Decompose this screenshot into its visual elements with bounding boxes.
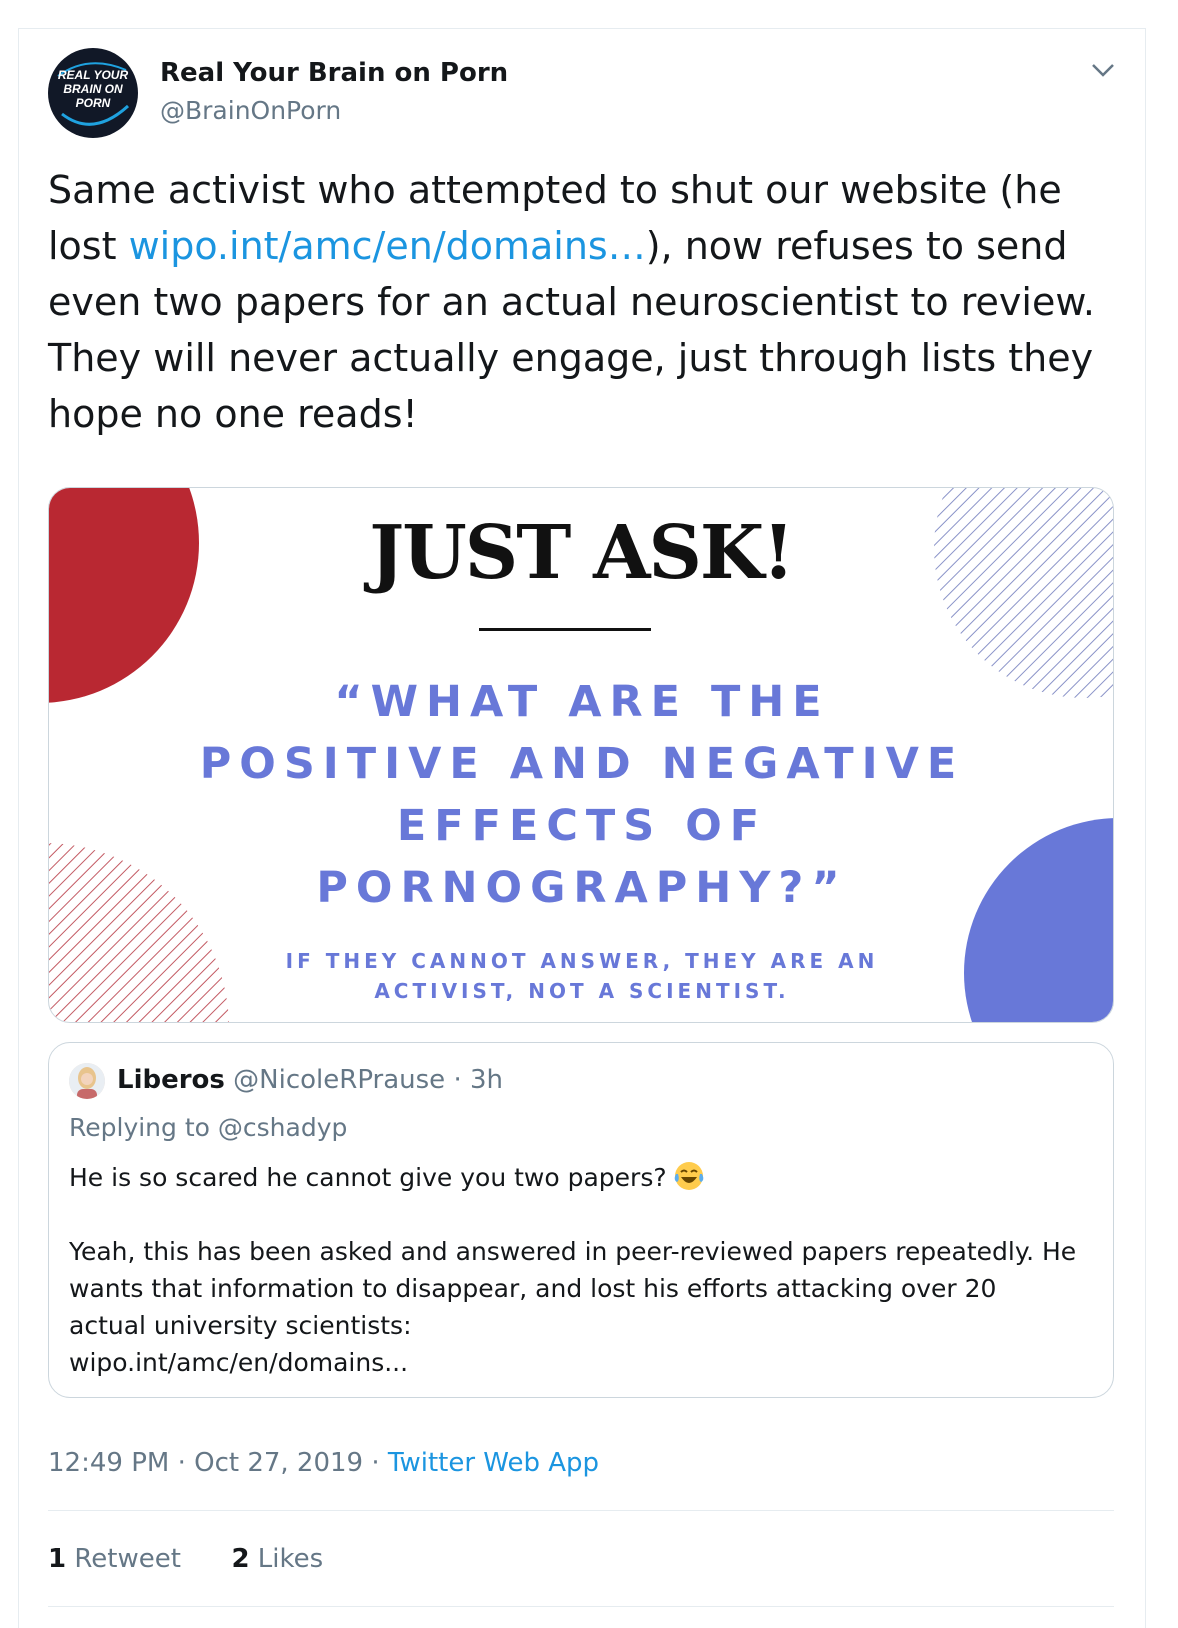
quoted-avatar — [69, 1063, 105, 1099]
author-display-name[interactable]: Real Your Brain on Porn — [160, 58, 508, 88]
quoted-handle-time: @NicoleRPrause · 3h — [233, 1065, 503, 1095]
tweet-timestamp: 12:49 PM · Oct 27, 2019 · Twitter Web Ap… — [48, 1448, 599, 1478]
author-handle[interactable]: @BrainOnPorn — [160, 96, 341, 125]
divider — [48, 1510, 1114, 1511]
image-subtitle: IF THEY CANNOT ANSWER, THEY ARE AN ACTIV… — [285, 949, 879, 1003]
replying-to: Replying to @cshadyp — [69, 1113, 348, 1142]
divider — [48, 1606, 1114, 1607]
quoted-line1: He is so scared he cannot give you two p… — [69, 1163, 667, 1192]
time-date[interactable]: 12:49 PM · Oct 27, 2019 · — [48, 1448, 388, 1478]
avatar-logo-text: REAL YOUR BRAIN ON PORN — [57, 68, 129, 110]
quoted-body-text: Yeah, this has been asked and answered i… — [69, 1237, 1077, 1377]
image-divider — [479, 628, 651, 631]
tweet-text: Same activist who attempted to shut our … — [48, 162, 1128, 442]
chevron-down-icon[interactable] — [1090, 60, 1116, 80]
quoted-name: Liberos — [117, 1065, 225, 1095]
likes-count: 2 — [231, 1544, 250, 1574]
retweets-count: 1 — [48, 1544, 67, 1574]
likes-stat[interactable]: 2 Likes — [231, 1544, 323, 1574]
author-avatar[interactable]: REAL YOUR BRAIN ON PORN — [48, 48, 138, 138]
tweet-source-link[interactable]: Twitter Web App — [388, 1448, 599, 1478]
quoted-header: Liberos @NicoleRPrause · 3h — [117, 1065, 503, 1095]
quoted-tweet[interactable]: Liberos @NicoleRPrause · 3h Replying to … — [48, 1042, 1114, 1398]
tweet-stats: 1 Retweet 2 Likes — [48, 1544, 323, 1574]
tweet-image[interactable]: JUST ASK! “WHAT ARE THE POSITIVE AND NEG… — [48, 487, 1114, 1023]
quoted-body: He is so scared he cannot give you two p… — [69, 1159, 1079, 1381]
image-title: JUST ASK! — [369, 510, 794, 596]
image-quote: “WHAT ARE THE POSITIVE AND NEGATIVE EFFE… — [199, 677, 965, 913]
blue-circle — [964, 818, 1113, 1022]
retweets-label: Retweet — [74, 1544, 181, 1574]
tweet-link[interactable]: wipo.int/amc/en/domains… — [129, 224, 646, 268]
face-with-tears-of-joy-icon — [674, 1162, 703, 1190]
likes-label: Likes — [257, 1544, 324, 1574]
retweets-stat[interactable]: 1 Retweet — [48, 1544, 181, 1574]
